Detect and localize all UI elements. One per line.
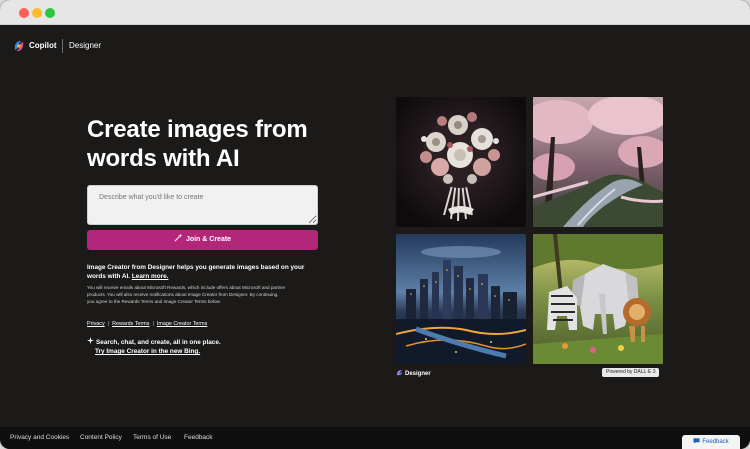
close-window-button[interactable] [19, 8, 29, 18]
brand-divider [62, 39, 63, 53]
gallery-image-city-skyline[interactable] [396, 234, 526, 364]
gallery-image-cherry-blossom-river[interactable] [533, 97, 663, 227]
feedback-button-label: Feedback [702, 439, 729, 445]
learn-more-link[interactable]: Learn more. [132, 273, 169, 280]
copilot-logo-icon[interactable] [13, 40, 25, 52]
image-creator-terms-link[interactable]: Image Creator Terms [157, 321, 208, 327]
join-create-button[interactable]: Join & Create [87, 230, 318, 250]
create-wand-icon [174, 233, 183, 242]
top-nav: Copilot Designer [0, 25, 750, 69]
origami-animals-illustration [533, 234, 663, 364]
city-skyline-illustration [396, 234, 526, 364]
browser-window: Copilot Designer Create images from word… [0, 0, 750, 449]
brand-name[interactable]: Copilot [29, 41, 57, 51]
promo-line-1: Search, chat, and create, all in one pla… [96, 339, 221, 346]
sparkle-icon [87, 337, 94, 344]
designer-logo-icon [396, 369, 403, 376]
gallery-image-origami-animals[interactable] [533, 234, 663, 364]
footer-feedback-link[interactable]: Feedback [184, 434, 213, 442]
page-footer: Privacy and Cookies Content Policy Terms… [0, 427, 750, 449]
gallery-caption-text: Designer [405, 371, 431, 377]
terms-links: Privacy | Rewards Terms | Image Creator Term… [87, 321, 207, 328]
prompt-input[interactable] [87, 185, 318, 225]
intro-body: Image Creator from Designer helps you ge… [87, 264, 305, 280]
gallery-image-flower-bouquet[interactable] [396, 97, 526, 227]
rewards-disclaimer: You will receive emails about Microsoft … [87, 285, 286, 304]
feedback-button[interactable]: Feedback [682, 435, 740, 449]
privacy-link[interactable]: Privacy [87, 321, 105, 327]
feedback-icon [693, 438, 700, 444]
join-create-label: Join & Create [185, 236, 232, 243]
intro-text: Image Creator from Designer helps you ge… [87, 263, 322, 281]
footer-content-policy-link[interactable]: Content Policy [80, 434, 122, 442]
try-new-bing-link[interactable]: Try Image Creator in the new Bing. [87, 347, 307, 356]
powered-by-badge: Powered by DALL·E 3 [602, 368, 660, 377]
cherry-blossom-illustration [533, 97, 663, 227]
flower-bouquet-illustration [396, 97, 526, 227]
terms-separator: | [107, 321, 110, 327]
product-name[interactable]: Designer [69, 41, 101, 51]
footer-privacy-link[interactable]: Privacy and Cookies [10, 434, 69, 442]
window-titlebar [0, 0, 750, 25]
gallery-caption: Designer [396, 369, 431, 378]
terms-separator: | [152, 321, 154, 327]
bing-promo: Search, chat, and create, all in one pla… [87, 337, 307, 356]
minimize-window-button[interactable] [32, 8, 42, 18]
page-title: Create images from words with AI [87, 116, 308, 172]
rewards-terms-link[interactable]: Rewards Terms [112, 321, 149, 327]
maximize-window-button[interactable] [45, 8, 55, 18]
footer-terms-link[interactable]: Terms of Use [133, 434, 171, 442]
